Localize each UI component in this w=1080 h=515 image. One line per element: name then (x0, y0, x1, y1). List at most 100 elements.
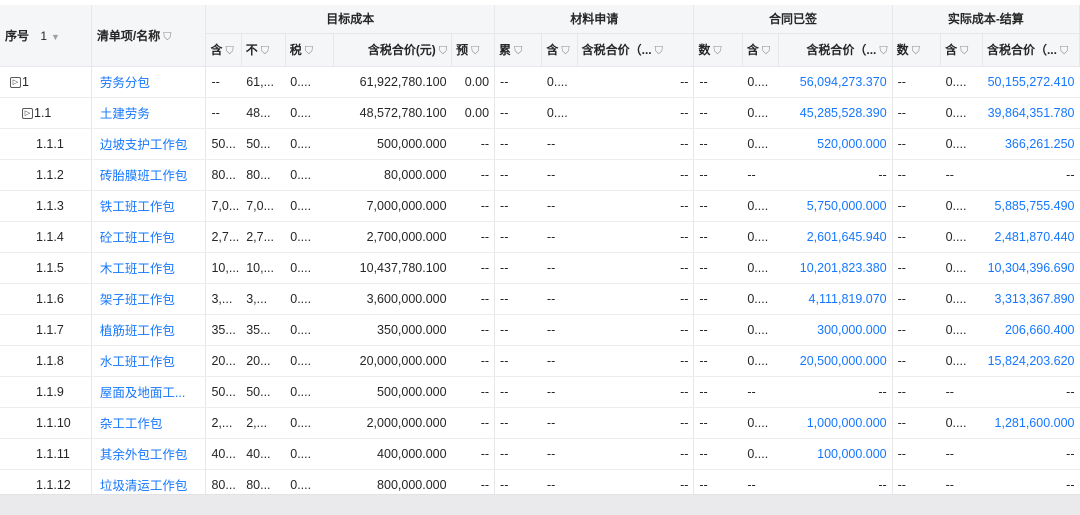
column-header[interactable]: 预 ⛉ (451, 33, 496, 67)
amount-link[interactable]: 10,201,823.380 (778, 252, 893, 284)
column-header[interactable]: 含 ⛉ (541, 33, 578, 67)
table-row[interactable]: 1.1.11 其余外包工作包 40... 40... 0.... 400,000.000-… (0, 438, 1080, 470)
table-row[interactable]: ▷ 1 劳务分包 -- 61,... 0.... 61,922,780.100 0.00 -- 0… (0, 66, 1080, 98)
amount-link[interactable]: 15,824,203.620 (982, 345, 1080, 377)
table-cell: 40... (241, 438, 286, 470)
item-name-link[interactable]: 其余外包工作包 (91, 438, 207, 470)
amount-link[interactable]: 366,261.250 (982, 128, 1080, 160)
item-name-link[interactable]: 杂工工作包 (91, 407, 207, 439)
item-name-link[interactable]: 水工班工作包 (91, 345, 207, 377)
table-cell: 0.... (742, 438, 779, 470)
collapse-toggle-icon[interactable]: ▷ (22, 107, 33, 119)
item-name-link[interactable]: 木工班工作包 (91, 252, 207, 284)
amount-link[interactable]: 100,000.000 (778, 438, 893, 470)
table-row[interactable]: 1.1.1 边坡支护工作包 50... 50... 0.... 500,000.000 --… (0, 128, 1080, 160)
item-name-link[interactable]: 砼工班工作包 (91, 221, 207, 253)
amount-link[interactable]: 300,000.000 (778, 314, 893, 346)
amount-link[interactable]: 56,094,273.370 (778, 66, 893, 98)
table-row[interactable]: 1.1.10 杂工工作包 2,... 2,... 0.... 2,000,000.000-… (0, 407, 1080, 439)
table-cell: 500,000.000 (333, 376, 452, 408)
item-name-link[interactable]: 铁工班工作包 (91, 190, 207, 222)
table-row[interactable]: ▷ 1.1 土建劳务 -- 48... 0.... 48,572,780.100 0.00 --… (0, 97, 1080, 129)
filter-icon[interactable]: ⛉ (912, 45, 920, 58)
column-header[interactable]: 含 ⛉ (205, 33, 242, 67)
column-header[interactable]: 含税合价（... ⛉ (577, 33, 695, 67)
column-header[interactable]: 税 ⛉ (285, 33, 335, 67)
group-material-request: 材料申请 (494, 5, 695, 34)
seq-number: 1.1.4 (36, 229, 64, 244)
item-name-link[interactable]: 劳务分包 (91, 66, 207, 98)
filter-icon[interactable]: ⛉ (471, 45, 479, 58)
amount-link[interactable]: 20,500,000.000 (778, 345, 893, 377)
amount-link[interactable]: 1,000,000.000 (778, 407, 893, 439)
table-cell: 0.... (940, 407, 983, 439)
amount-link[interactable]: 45,285,528.390 (778, 97, 893, 129)
filter-icon[interactable]: ⛉ (439, 45, 447, 58)
amount-link[interactable]: 50,155,272.410 (982, 66, 1080, 98)
seq-header-label: 序号 (5, 28, 30, 43)
seq-cell: 1.1.10 (0, 407, 92, 439)
table-cell: -- (494, 283, 542, 315)
amount-link[interactable]: 4,111,819.070 (778, 283, 893, 315)
filter-icon[interactable]: ⛉ (305, 45, 313, 58)
item-name-link[interactable]: 边坡支护工作包 (91, 128, 207, 160)
amount-link[interactable]: 5,750,000.000 (778, 190, 893, 222)
column-header[interactable]: 累 ⛉ (494, 33, 543, 67)
table-row[interactable]: 1.1.3 铁工班工作包 7,0... 7,0... 0.... 7,000,000.00… (0, 190, 1080, 222)
table-cell: 0.... (285, 190, 334, 222)
filter-icon[interactable]: ⛉ (514, 45, 522, 58)
table-cell: -- (693, 252, 743, 284)
table-row[interactable]: 1.1.9 屋面及地面工... 50... 50... 0.... 500,000.000… (0, 376, 1080, 408)
filter-icon[interactable]: ⛉ (713, 45, 721, 58)
item-name-link[interactable]: 屋面及地面工... (91, 376, 207, 408)
column-header[interactable]: 含税合价(元) ⛉ (333, 33, 453, 67)
item-name-link[interactable]: 土建劳务 (91, 97, 207, 129)
amount-link[interactable]: 5,885,755.490 (982, 190, 1080, 222)
filter-icon[interactable]: ⛉ (163, 31, 171, 44)
seq-number: 1.1.2 (36, 167, 64, 182)
horizontal-scrollbar[interactable] (0, 494, 1080, 515)
table-row[interactable]: 1.1.2 砖胎膜班工作包 80... 80... 0.... 80,000.000 -- -… (0, 159, 1080, 191)
item-name-link[interactable]: 植筋班工作包 (91, 314, 207, 346)
table-row[interactable]: 1.1.4 砼工班工作包 2,7... 2,7... 0.... 2,700,000.00… (0, 221, 1080, 253)
amount-link[interactable]: 10,304,396.690 (982, 252, 1080, 284)
table-cell: 20... (241, 345, 286, 377)
table-row[interactable]: 1.1.6 架子班工作包 3,... 3,... 0.... 3,600,000.000-… (0, 283, 1080, 315)
amount-link[interactable]: 2,481,870.440 (982, 221, 1080, 253)
column-header[interactable]: 含税合价（... ⛉ (778, 33, 893, 67)
column-header[interactable]: 含 ⛉ (742, 33, 780, 67)
filter-icon[interactable]: ⛉ (1060, 45, 1068, 58)
amount-link[interactable]: 39,864,351.780 (982, 97, 1080, 129)
filter-icon[interactable]: ⛉ (879, 45, 887, 58)
amount-link[interactable]: 3,313,367.890 (982, 283, 1080, 315)
item-name-link[interactable]: 架子班工作包 (91, 283, 207, 315)
filter-icon[interactable]: ⛉ (225, 45, 233, 58)
seq-number: 1.1 (34, 105, 52, 120)
column-header[interactable]: 含税合价（... ⛉ (982, 33, 1080, 67)
item-name-link[interactable]: 砖胎膜班工作包 (91, 159, 207, 191)
filter-icon[interactable]: ⛉ (655, 45, 663, 58)
page-select[interactable]: 1 ▼ (40, 29, 60, 43)
column-header-label: 预 (456, 43, 469, 57)
column-header[interactable]: 数 ⛉ (892, 33, 942, 67)
amount-link[interactable]: 520,000.000 (778, 128, 893, 160)
amount-link[interactable]: 1,281,600.000 (982, 407, 1080, 439)
column-header[interactable]: 含 ⛉ (940, 33, 983, 67)
table-cell: 0.... (940, 221, 983, 253)
table-row[interactable]: 1.1.7 植筋班工作包 35... 35... 0.... 350,000.000 -- -… (0, 314, 1080, 346)
seq-number: 1 (22, 74, 29, 89)
amount-link[interactable]: 206,660.400 (982, 314, 1080, 346)
filter-icon[interactable]: ⛉ (261, 45, 269, 58)
table-row[interactable]: 1.1.5 木工班工作包 10,... 10,... 0.... 10,437,780.1… (0, 252, 1080, 284)
filter-icon[interactable]: ⛉ (762, 45, 770, 58)
table-row[interactable]: 1.1.8 水工班工作包 20... 20... 0.... 20,000,000.000… (0, 345, 1080, 377)
column-header[interactable]: 数 ⛉ (693, 33, 743, 67)
collapse-toggle-icon[interactable]: ▷ (10, 76, 21, 88)
amount-link[interactable]: 2,601,645.940 (778, 221, 893, 253)
filter-icon[interactable]: ⛉ (561, 45, 569, 58)
group-actual-cost: 实际成本-结算 (892, 5, 1080, 34)
table-cell: 20... (205, 345, 242, 377)
filter-icon[interactable]: ⛉ (960, 45, 968, 58)
table-cell: 7,000,000.000 (333, 190, 452, 222)
column-header[interactable]: 不 ⛉ (241, 33, 286, 67)
